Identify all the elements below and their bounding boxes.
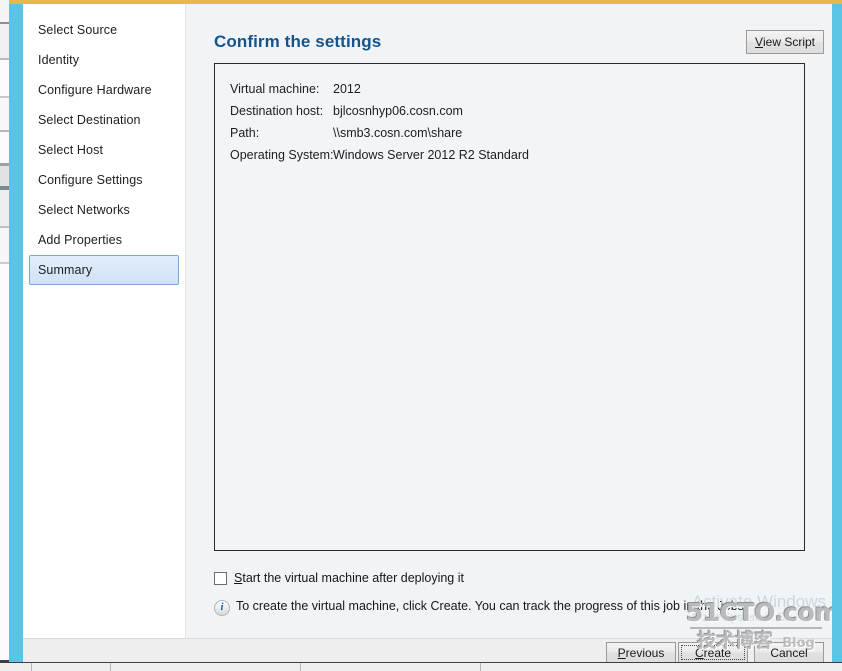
summary-row-label: Path: xyxy=(230,126,260,140)
start-vm-label: Start the virtual machine after deployin… xyxy=(234,571,464,585)
dialog-footer: Previous Create Cancel xyxy=(23,638,832,663)
sidebar-item-label: Select Source xyxy=(38,23,118,37)
sidebar-item-select-networks[interactable]: Select Networks xyxy=(29,195,179,225)
cancel-button[interactable]: Cancel xyxy=(754,642,824,663)
view-script-accelerator: V xyxy=(754,35,763,49)
sidebar-item-label: Select Networks xyxy=(38,203,130,217)
previous-label: revious xyxy=(625,645,665,660)
summary-details-box: Virtual machine: 2012 Destination host: bjl… xyxy=(214,63,805,551)
cancel-label: Cancel xyxy=(770,645,808,660)
taskbar-divider xyxy=(300,663,302,671)
previous-accelerator: P xyxy=(617,645,626,660)
deploy-vm-wizard-dialog: Select Source Identity Configure Hardware S… xyxy=(23,4,832,663)
taskbar-divider xyxy=(480,663,482,671)
wizard-step-nav: Select Source Identity Configure Hardware S… xyxy=(23,4,186,639)
sidebar-item-label: Summary xyxy=(38,263,93,277)
sidebar-item-label: Add Properties xyxy=(38,233,123,247)
summary-row: Path: \\smb3.cosn.com\share xyxy=(230,126,462,140)
previous-button[interactable]: Previous xyxy=(606,642,676,663)
screen: Select Source Identity Configure Hardware S… xyxy=(0,0,842,671)
info-icon: i xyxy=(214,600,230,616)
summary-row: Destination host: bjlcosnhyp06.cosn.com xyxy=(230,104,463,118)
focus-ring xyxy=(681,645,745,660)
sidebar-item-label: Select Destination xyxy=(38,113,141,127)
sidebar-item-select-source[interactable]: Select Source xyxy=(29,15,179,45)
start-vm-checkbox[interactable] xyxy=(214,571,227,585)
sidebar-item-summary[interactable]: Summary xyxy=(29,255,179,285)
summary-row-label: Destination host: xyxy=(230,104,324,118)
summary-row-value: 2012 xyxy=(333,82,361,96)
background-window-strip xyxy=(0,0,9,671)
sidebar-item-add-properties[interactable]: Add Properties xyxy=(29,225,179,255)
sidebar-item-label: Configure Settings xyxy=(38,173,143,187)
window-chrome-left xyxy=(9,0,23,663)
summary-row: Virtual machine: 2012 xyxy=(230,82,361,96)
sidebar-item-configure-settings[interactable]: Configure Settings xyxy=(29,165,179,195)
info-message-row: i To create the virtual machine, click C… xyxy=(214,599,814,616)
taskbar-divider xyxy=(31,663,33,671)
summary-row-label: Operating System: xyxy=(230,148,334,162)
page-title: Confirm the settings xyxy=(214,32,382,52)
sidebar-item-label: Configure Hardware xyxy=(38,83,152,97)
sidebar-item-identity[interactable]: Identity xyxy=(29,45,179,75)
view-script-button[interactable]: View Script xyxy=(746,30,824,54)
sidebar-item-select-host[interactable]: Select Host xyxy=(29,135,179,165)
taskbar-divider xyxy=(110,663,112,671)
sidebar-item-label: Identity xyxy=(38,53,80,67)
sidebar-item-configure-hardware[interactable]: Configure Hardware xyxy=(29,75,179,105)
view-script-label: iew Script xyxy=(763,35,816,49)
wizard-content-pane: Confirm the settings View Script Virtual… xyxy=(187,4,832,639)
create-button[interactable]: Create xyxy=(678,642,748,663)
sidebar-item-select-destination[interactable]: Select Destination xyxy=(29,105,179,135)
summary-row-value: bjlcosnhyp06.cosn.com xyxy=(333,104,463,118)
info-message-text: To create the virtual machine, click Cre… xyxy=(236,599,744,613)
summary-row-value: \\smb3.cosn.com\share xyxy=(333,126,463,140)
summary-row-value: Windows Server 2012 R2 Standard xyxy=(333,148,529,162)
taskbar-rail xyxy=(0,662,842,671)
sidebar-item-label: Select Host xyxy=(38,143,104,157)
summary-row-label: Virtual machine: xyxy=(230,82,320,96)
window-chrome-right xyxy=(832,0,842,663)
start-vm-checkbox-row[interactable]: Start the virtual machine after deployin… xyxy=(214,571,464,585)
summary-row: Operating System:Windows Server 2012 R2 … xyxy=(230,148,529,162)
